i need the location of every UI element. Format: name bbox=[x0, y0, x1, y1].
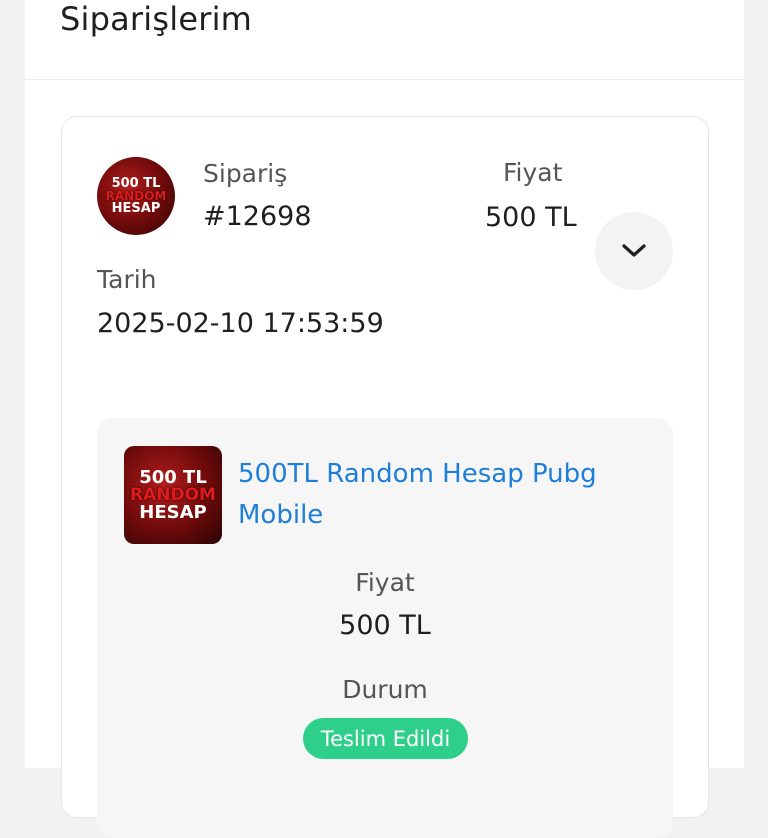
order-item: 500 TL RANDOM HESAP 500TL Random Hesap P… bbox=[97, 418, 673, 838]
thumbnail-text-line3: HESAP bbox=[139, 501, 207, 523]
orders-panel: Siparişlerim 500 TL RANDOM HESAP Sipariş… bbox=[25, 0, 744, 838]
product-name-link[interactable]: 500TL Random Hesap Pubg Mobile bbox=[238, 454, 638, 536]
date-label: Tarih bbox=[97, 265, 157, 294]
status-label: Durum bbox=[342, 675, 428, 704]
item-price-value: 500 TL bbox=[339, 610, 431, 641]
page-header: Siparişlerim bbox=[25, 0, 744, 80]
order-thumbnail: 500 TL RANDOM HESAP bbox=[97, 157, 175, 235]
product-thumbnail[interactable]: 500 TL RANDOM HESAP bbox=[124, 446, 222, 544]
thumbnail-text-line3: HESAP bbox=[111, 201, 161, 216]
item-price-label: Fiyat bbox=[355, 568, 415, 597]
status-badge: Teslim Edildi bbox=[303, 718, 468, 759]
expand-order-button[interactable] bbox=[595, 212, 673, 290]
order-label: Sipariş bbox=[203, 159, 288, 188]
thumbnail-text-line1: 500 TL bbox=[139, 466, 207, 488]
price-label: Fiyat bbox=[503, 158, 563, 187]
order-card: 500 TL RANDOM HESAP Sipariş #12698 Fiyat… bbox=[61, 116, 709, 838]
thumbnail-text-line2: RANDOM bbox=[130, 484, 216, 505]
order-number: #12698 bbox=[203, 201, 312, 232]
page-title: Siparişlerim bbox=[60, 0, 253, 38]
price-value: 500 TL bbox=[485, 202, 577, 233]
date-value: 2025-02-10 17:53:59 bbox=[97, 308, 384, 339]
chevron-down-icon bbox=[622, 244, 646, 257]
